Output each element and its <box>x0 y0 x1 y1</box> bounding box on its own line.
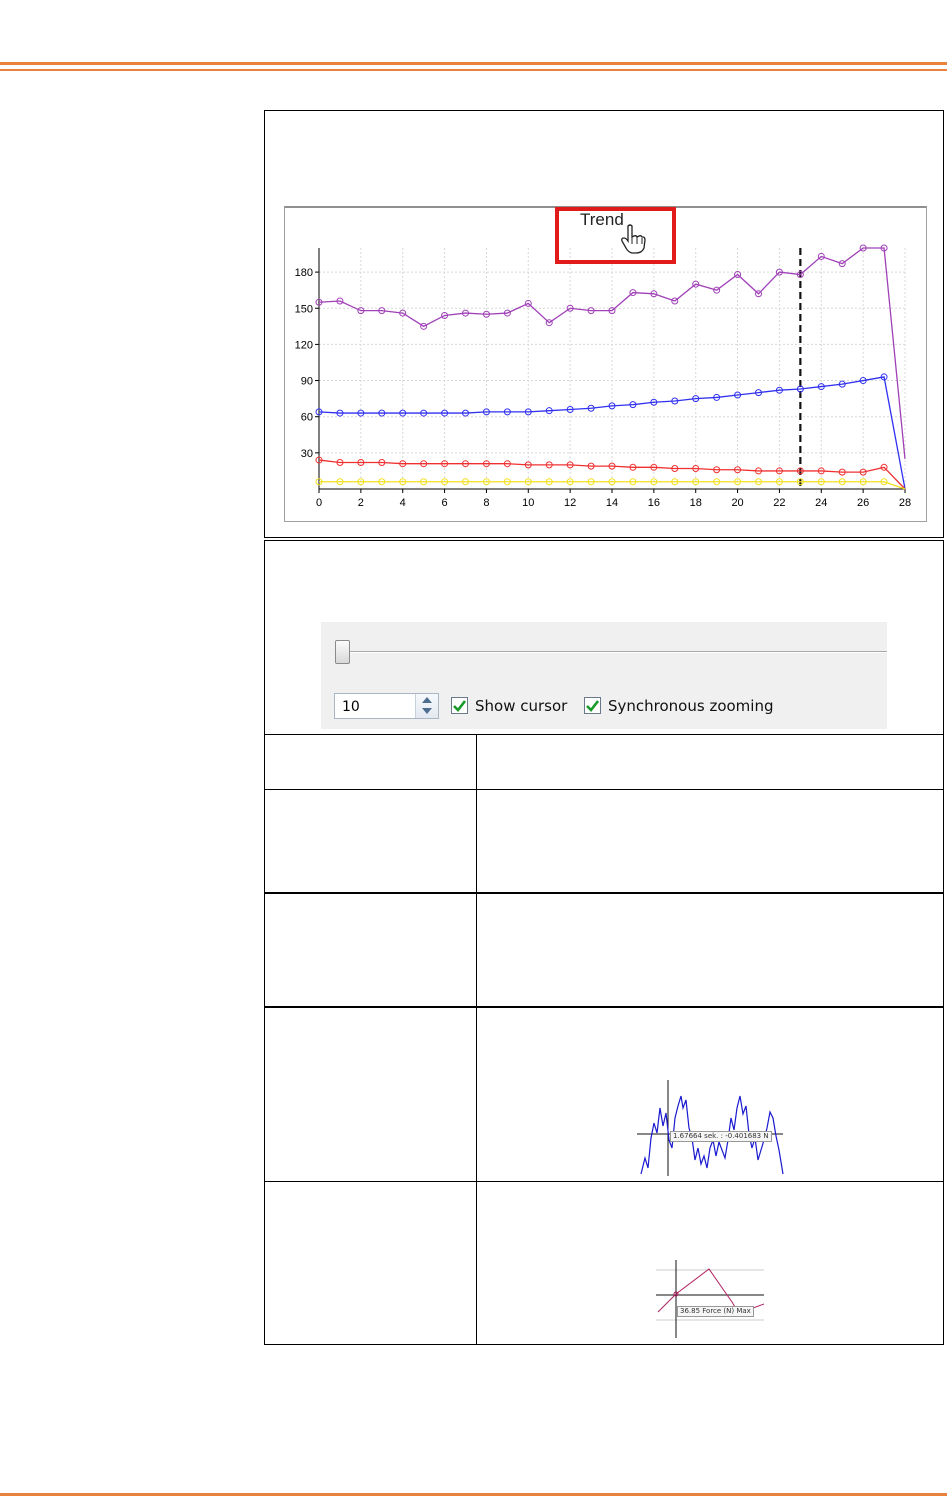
x-tick-label: 18 <box>690 497 702 509</box>
show-cursor-checkbox[interactable] <box>451 697 468 714</box>
table-row-e-left <box>264 1181 477 1345</box>
x-tick-label: 0 <box>316 497 322 509</box>
x-tick-label: 12 <box>564 497 576 509</box>
table-row-b-right <box>476 789 944 893</box>
x-tick-label: 6 <box>442 497 448 509</box>
zoom-spinbox-value: 10 <box>342 699 360 715</box>
trend-tab[interactable]: Trend <box>580 210 624 230</box>
show-cursor-label[interactable]: Show cursor <box>475 697 567 715</box>
table-row-a-left <box>264 734 477 790</box>
sync-zoom-checkbox[interactable] <box>584 697 601 714</box>
x-tick-label: 16 <box>648 497 660 509</box>
cursor-tooltip: 1.67664 sek. : -0.401683 N <box>670 1131 772 1142</box>
y-tick-label: 60 <box>301 412 313 424</box>
y-tick-label: 180 <box>295 267 313 279</box>
x-tick-label: 26 <box>857 497 869 509</box>
spin-down-icon[interactable] <box>422 708 432 714</box>
y-tick-label: 150 <box>295 303 313 315</box>
header-rule <box>0 62 947 65</box>
marker-example-chart <box>656 1260 765 1338</box>
x-tick-label: 14 <box>606 497 618 509</box>
table-row-c-right <box>476 893 944 1007</box>
table-row-b-left <box>264 789 477 893</box>
x-tick-label: 10 <box>522 497 534 509</box>
x-tick-label: 28 <box>899 497 911 509</box>
x-tick-label: 8 <box>483 497 489 509</box>
table-row-c-left <box>264 893 477 1007</box>
y-tick-label: 90 <box>301 376 313 388</box>
x-tick-label: 4 <box>400 497 406 509</box>
table-row-a-right <box>476 734 944 790</box>
y-tick-label: 30 <box>301 448 313 460</box>
cursor-example-chart <box>637 1080 784 1176</box>
checkmark-icon <box>453 700 466 712</box>
zoom-spinbox[interactable]: 10 <box>334 693 439 719</box>
footer-rule <box>0 1493 947 1496</box>
zoom-slider-thumb[interactable] <box>335 640 350 664</box>
hand-pointer-icon <box>621 224 646 254</box>
zoom-slider-track-highlight <box>337 652 887 653</box>
sync-zoom-label[interactable]: Synchronous zooming <box>608 697 773 715</box>
y-tick-label: 120 <box>295 339 313 351</box>
spin-up-icon[interactable] <box>422 697 432 703</box>
x-tick-label: 22 <box>773 497 785 509</box>
table-row-d-left <box>264 1007 477 1182</box>
x-tick-label: 20 <box>731 497 743 509</box>
header-rule-thin <box>0 69 947 71</box>
spin-buttons[interactable] <box>415 694 438 718</box>
x-tick-label: 24 <box>815 497 827 509</box>
marker-tooltip: 36.85 Force (N) Max <box>677 1306 754 1317</box>
checkmark-icon <box>586 700 599 712</box>
x-tick-label: 2 <box>358 497 364 509</box>
